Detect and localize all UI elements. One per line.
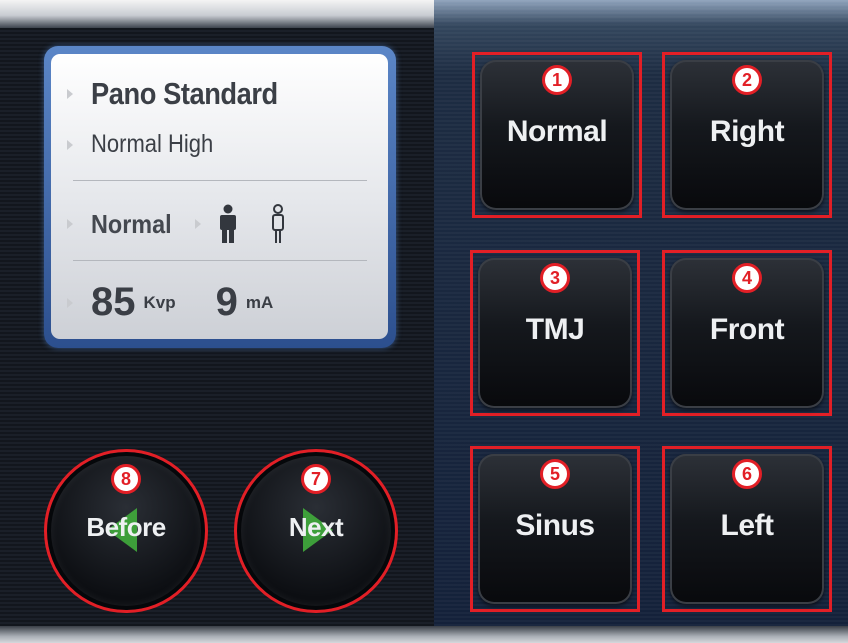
next-label: Next — [288, 512, 344, 542]
ma-unit: mA — [245, 292, 274, 312]
info-screen: Pano Standard Normal High Normal 85 Kvp … — [51, 54, 388, 339]
next-button[interactable]: 7 Next — [234, 449, 398, 613]
bottom-bar — [0, 626, 848, 643]
mode-label: Sinus — [515, 509, 595, 542]
mode-button-normal[interactable]: 1 Normal — [472, 52, 642, 218]
before-button[interactable]: 8 Before — [44, 449, 208, 613]
bullet-arrow-icon — [67, 89, 73, 99]
annotation-badge: 1 — [542, 65, 572, 95]
mode-button-tmj[interactable]: 3 TMJ — [470, 250, 640, 416]
exposure-info-display: Pano Standard Normal High Normal 85 Kvp … — [44, 46, 396, 348]
mode-button-sinus[interactable]: 5 Sinus — [470, 446, 640, 612]
child-figure-icon — [271, 204, 284, 243]
mode-label: Normal — [506, 115, 608, 148]
mode-button-left[interactable]: 6 Left — [662, 446, 832, 612]
annotation-badge: 7 — [301, 464, 331, 494]
annotation-badge: 6 — [732, 459, 762, 489]
mode-row: Normal High — [67, 130, 230, 159]
mode-label: Front — [709, 313, 785, 346]
patient-row: Normal — [67, 204, 289, 244]
bullet-arrow-icon — [67, 139, 73, 150]
divider — [73, 180, 367, 181]
annotation-badge: 3 — [540, 263, 570, 293]
bullet-arrow-icon — [67, 219, 73, 229]
mode-button-right[interactable]: 2 Right — [662, 52, 832, 218]
bullet-arrow-icon — [194, 219, 201, 229]
patient-size: Normal — [91, 208, 172, 239]
exposure-values-row: 85 Kvp 9 mA — [67, 280, 273, 325]
mode-label: Right — [709, 115, 785, 148]
annotation-badge: 5 — [540, 459, 570, 489]
ma-value: 9 — [215, 280, 238, 324]
adult-figure-icon — [219, 204, 236, 243]
annotation-badge: 8 — [111, 464, 141, 494]
mode-label: TMJ — [525, 313, 585, 346]
annotation-badge: 4 — [732, 263, 762, 293]
mode-label: Left — [720, 509, 775, 542]
annotation-badge: 2 — [732, 65, 762, 95]
mode-name: Normal High — [91, 130, 214, 158]
kvp-unit: Kvp — [143, 292, 176, 312]
divider — [73, 260, 367, 261]
before-label: Before — [86, 512, 166, 542]
bullet-arrow-icon — [67, 297, 73, 308]
kvp-value: 85 — [91, 280, 136, 324]
program-row: Pano Standard — [67, 76, 303, 112]
mode-button-front[interactable]: 4 Front — [662, 250, 832, 416]
program-name: Pano Standard — [91, 76, 278, 111]
